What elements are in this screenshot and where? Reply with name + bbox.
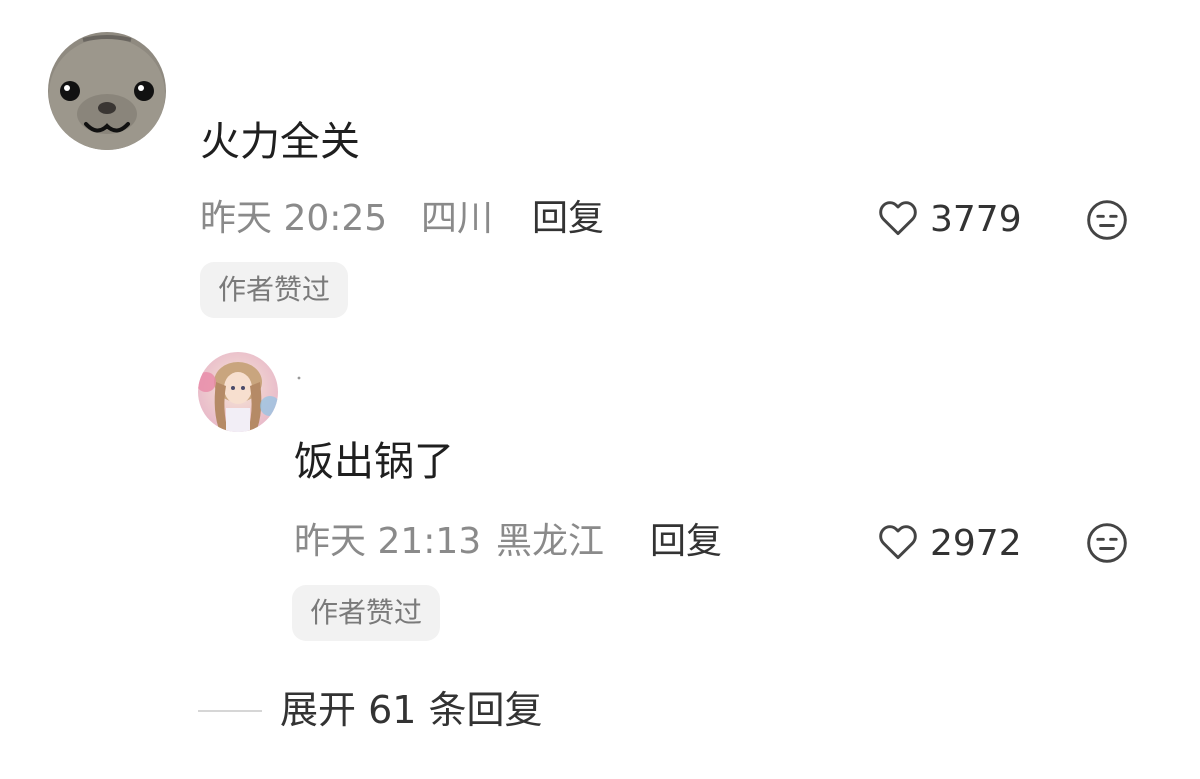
expand-divider [198, 710, 262, 712]
neutral-face-icon[interactable] [1085, 521, 1129, 565]
comment-date: 昨天 20:25 [200, 198, 388, 239]
reply-like-count: 2972 [930, 523, 1022, 564]
reply-date: 昨天 21:13 [294, 521, 482, 562]
heart-outline-icon [876, 196, 920, 244]
avatar[interactable] [48, 32, 166, 150]
reply-avatar[interactable] [198, 352, 278, 432]
expand-replies-button[interactable]: 展开 61 条回复 [280, 691, 543, 729]
reply-text: 饭出锅了 [294, 439, 454, 485]
reply-location: 黑龙江 [496, 521, 605, 562]
anime-avatar-image [198, 352, 278, 432]
seal-avatar-image [48, 32, 166, 150]
comment-location: 四川 [421, 198, 494, 239]
reply-author-liked-badge: 作者赞过 [292, 585, 441, 641]
heart-outline-icon [876, 520, 920, 568]
author-liked-badge: 作者赞过 [200, 262, 349, 318]
reply-like-button[interactable]: 2972 [876, 520, 1022, 568]
neutral-face-icon[interactable] [1085, 198, 1129, 242]
like-button[interactable]: 3779 [876, 196, 1022, 244]
reply-username-dot [296, 366, 302, 380]
like-count: 3779 [930, 199, 1022, 240]
reply-reply-button[interactable]: 回复 [650, 524, 722, 560]
reply-button[interactable]: 回复 [532, 201, 604, 237]
comment-text: 火力全关 [200, 119, 360, 165]
